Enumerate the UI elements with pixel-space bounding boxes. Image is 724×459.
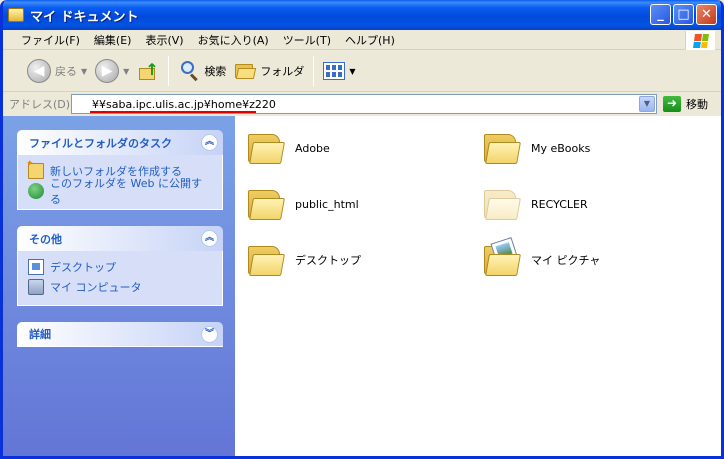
back-button[interactable]: ◀ 戻る ▼ xyxy=(23,55,91,87)
hidden-folder-icon xyxy=(483,188,521,220)
file-name: RECYCLER xyxy=(531,197,588,211)
place-label: マイ コンピュータ xyxy=(50,281,142,294)
panel-body: デスクトップ マイ コンピュータ xyxy=(17,251,223,306)
place-label: デスクトップ xyxy=(50,261,116,274)
folder-icon xyxy=(247,132,285,164)
file-name: デスクトップ xyxy=(295,254,361,267)
maximize-button[interactable]: □ xyxy=(673,4,694,25)
panel-header[interactable]: その他 ︽ xyxy=(17,226,223,251)
menu-view[interactable]: 表示(V) xyxy=(139,32,189,48)
file-item-my-pictures[interactable]: マイ ピクチャ xyxy=(483,237,601,276)
minimize-button[interactable]: _ xyxy=(650,4,671,25)
window-title: マイ ドキュメント xyxy=(30,9,139,25)
toolbar: ◀ 戻る ▼ ▶ ▼ ↑ 検索 フォルダ ▼ xyxy=(3,51,721,92)
chevron-down-icon: ▼ xyxy=(349,66,356,76)
back-arrow-icon: ◀ xyxy=(27,59,51,83)
search-icon xyxy=(178,60,200,82)
toolbar-separator xyxy=(313,56,315,86)
other-places-panel: その他 ︽ デスクトップ マイ コンピュータ xyxy=(17,226,223,306)
file-name: マイ ピクチャ xyxy=(531,254,601,267)
go-button[interactable]: ➜ 移動 xyxy=(663,96,708,112)
pictures-folder-icon xyxy=(483,237,521,276)
views-icon xyxy=(323,62,346,80)
windows-logo-icon xyxy=(685,31,715,50)
file-item-recycler[interactable]: RECYCLER xyxy=(483,188,588,220)
explorer-window: マイ ドキュメント _ □ ✕ ファイル(F) 編集(E) 表示(V) お気に入… xyxy=(0,0,724,459)
folder-icon xyxy=(8,8,24,22)
new-folder-icon xyxy=(26,159,44,179)
menu-help[interactable]: ヘルプ(H) xyxy=(339,32,401,48)
main-content: ファイルとフォルダのタスク ︽ 新しいフォルダを作成する このフォルダを Web… xyxy=(3,116,721,456)
folder-icon xyxy=(247,188,285,220)
details-panel: 詳細 ︾ xyxy=(17,322,223,347)
toolbar-separator xyxy=(168,56,170,86)
file-item-desktop[interactable]: デスクトップ xyxy=(247,244,361,276)
close-button[interactable]: ✕ xyxy=(696,4,717,25)
file-name: Adobe xyxy=(295,141,330,155)
title-bar[interactable]: マイ ドキュメント _ □ ✕ xyxy=(3,0,721,30)
task-publish-web[interactable]: このフォルダを Web に公開する xyxy=(28,177,212,206)
back-label: 戻る xyxy=(55,65,77,78)
search-button[interactable]: 検索 xyxy=(174,55,230,87)
task-pane: ファイルとフォルダのタスク ︽ 新しいフォルダを作成する このフォルダを Web… xyxy=(3,116,235,456)
address-label: アドレス(D) xyxy=(9,98,71,111)
place-my-computer[interactable]: マイ コンピュータ xyxy=(28,277,212,297)
panel-title: 詳細 xyxy=(29,328,51,341)
folders-button[interactable]: フォルダ xyxy=(230,55,308,87)
collapse-chevron-icon[interactable]: ︽ xyxy=(201,230,218,247)
file-folder-tasks-panel: ファイルとフォルダのタスク ︽ 新しいフォルダを作成する このフォルダを Web… xyxy=(17,130,223,210)
go-arrow-icon: ➜ xyxy=(663,96,681,112)
file-item-public-html[interactable]: public_html xyxy=(247,188,359,220)
place-desktop[interactable]: デスクトップ xyxy=(28,257,212,277)
search-label: 検索 xyxy=(204,65,227,78)
go-label: 移動 xyxy=(686,98,708,111)
publish-web-icon xyxy=(28,183,44,199)
file-item-my-ebooks[interactable]: My eBooks xyxy=(483,132,590,164)
file-item-adobe[interactable]: Adobe xyxy=(247,132,330,164)
up-folder-button[interactable]: ↑ xyxy=(133,55,163,87)
menu-favorites[interactable]: お気に入り(A) xyxy=(192,32,275,48)
desktop-icon xyxy=(28,259,44,275)
task-label: このフォルダを Web に公開する xyxy=(50,177,202,206)
address-underline xyxy=(90,111,256,113)
menu-bar: ファイル(F) 編集(E) 表示(V) お気に入り(A) ツール(T) ヘルプ(… xyxy=(3,30,721,50)
views-button[interactable]: ▼ xyxy=(319,55,359,87)
panel-header[interactable]: 詳細 ︾ xyxy=(17,322,223,347)
chevron-down-icon[interactable]: ▼ xyxy=(123,67,129,76)
file-name: My eBooks xyxy=(531,141,591,155)
window-controls: _ □ ✕ xyxy=(650,4,717,25)
expand-chevron-icon[interactable]: ︾ xyxy=(201,325,218,343)
folders-icon xyxy=(234,62,257,80)
folder-icon xyxy=(483,132,521,164)
chevron-down-icon[interactable]: ▼ xyxy=(81,67,87,76)
folders-label: フォルダ xyxy=(260,65,305,78)
file-name: public_html xyxy=(295,197,359,211)
address-input[interactable]: ¥¥saba.ipc.ulis.ac.jp¥home¥z220 ▼ xyxy=(71,94,657,114)
folder-icon xyxy=(247,244,285,276)
menu-file[interactable]: ファイル(F) xyxy=(15,32,86,48)
address-dropdown-chevron-icon[interactable]: ▼ xyxy=(639,96,655,112)
forward-button[interactable]: ▶ ▼ xyxy=(91,55,133,87)
menu-edit[interactable]: 編集(E) xyxy=(88,32,138,48)
up-folder-icon: ↑ xyxy=(137,60,159,82)
collapse-chevron-icon[interactable]: ︽ xyxy=(201,134,218,151)
panel-title: その他 xyxy=(29,232,62,246)
panel-header[interactable]: ファイルとフォルダのタスク ︽ xyxy=(17,130,223,155)
address-bar: アドレス(D) ¥¥saba.ipc.ulis.ac.jp¥home¥z220 … xyxy=(3,93,721,115)
computer-icon xyxy=(28,279,44,295)
menu-tools[interactable]: ツール(T) xyxy=(277,32,337,48)
panel-body: 新しいフォルダを作成する このフォルダを Web に公開する xyxy=(17,155,223,210)
panel-title: ファイルとフォルダのタスク xyxy=(29,136,172,150)
forward-arrow-icon: ▶ xyxy=(95,59,120,83)
address-value: ¥¥saba.ipc.ulis.ac.jp¥home¥z220 xyxy=(92,97,276,111)
file-list: Adobe My eBooks public_html RECYCLER デスク… xyxy=(235,116,721,456)
